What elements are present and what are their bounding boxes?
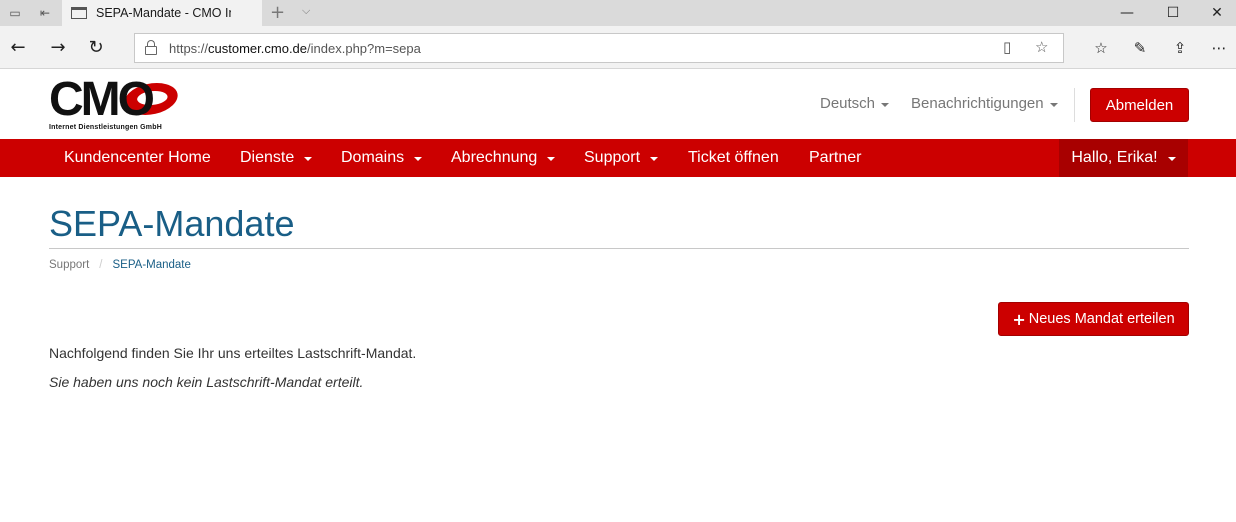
page-icon: [71, 7, 87, 19]
breadcrumb: Support / SEPA-Mandate: [49, 259, 191, 271]
nav-item-support[interactable]: Support: [584, 139, 659, 177]
close-window-button[interactable]: ✕: [1194, 0, 1236, 26]
minimize-button[interactable]: —: [1104, 0, 1150, 26]
nav-item-home[interactable]: Kundencenter Home: [64, 139, 211, 177]
header-divider: [1074, 88, 1075, 122]
nav-item-partner[interactable]: Partner: [809, 139, 861, 177]
pen-icon[interactable]: ✎: [1128, 36, 1152, 60]
tab-preview-icon[interactable]: ▭: [4, 3, 26, 23]
browser-tab-strip: ▭ ⇤ SEPA-Mandate - CMO Internet Dienstle…: [0, 0, 1236, 26]
set-aside-tabs-icon[interactable]: ⇤: [34, 3, 56, 23]
language-dropdown[interactable]: Deutsch: [820, 95, 890, 112]
site-header: CMO Internet Dienstleistungen GmbH Deuts…: [0, 70, 1236, 139]
chevron-down-icon: [414, 157, 423, 161]
share-icon[interactable]: ⇪: [1168, 36, 1192, 60]
user-menu[interactable]: Hallo, Erika!: [1059, 139, 1188, 177]
logout-button[interactable]: Abmelden: [1090, 88, 1189, 122]
logo-tagline: Internet Dienstleistungen GmbH: [49, 124, 162, 131]
url-text[interactable]: https://customer.cmo.de/index.php?m=sepa: [169, 41, 421, 56]
notifications-dropdown[interactable]: Benachrichtigungen: [911, 95, 1058, 112]
language-label: Deutsch: [820, 95, 876, 112]
cmo-logo[interactable]: CMO Internet Dienstleistungen GmbH: [49, 73, 183, 131]
chevron-down-icon: [304, 157, 313, 161]
new-tab-button[interactable]: +: [270, 2, 285, 23]
chevron-down-icon: [1167, 157, 1176, 161]
intro-text: Nachfolgend finden Sie Ihr uns erteiltes…: [49, 345, 417, 361]
refresh-button[interactable]: ↻: [84, 35, 108, 59]
main-navbar: Kundencenter Home Dienste Domains Abrech…: [0, 139, 1236, 177]
tab-title: SEPA-Mandate - CMO Internet Dienstleistu…: [96, 6, 231, 20]
logo-text: CMO: [49, 73, 155, 126]
new-mandate-label: Neues Mandat erteilen: [1028, 311, 1175, 327]
chevron-down-icon: [650, 157, 659, 161]
address-bar[interactable]: https://customer.cmo.de/index.php?m=sepa…: [134, 33, 1064, 63]
breadcrumb-separator: /: [99, 259, 103, 271]
nav-item-ticket[interactable]: Ticket öffnen: [688, 139, 779, 177]
browser-toolbar: ← → ↻ https://customer.cmo.de/index.php?…: [0, 26, 1236, 69]
nav-item-dienste[interactable]: Dienste: [240, 139, 313, 177]
title-divider: [49, 248, 1189, 249]
back-button[interactable]: ←: [6, 35, 30, 59]
chevron-down-icon: [881, 102, 890, 107]
tab-list-dropdown-icon[interactable]: ⌵: [302, 4, 310, 18]
breadcrumb-current: SEPA-Mandate: [112, 259, 191, 271]
reading-view-icon[interactable]: ▯: [1003, 38, 1011, 56]
notifications-label: Benachrichtigungen: [911, 95, 1044, 112]
browser-tab-active[interactable]: SEPA-Mandate - CMO Internet Dienstleistu…: [62, 0, 262, 26]
page-title: SEPA-Mandate: [49, 203, 295, 244]
more-icon[interactable]: ⋯: [1207, 36, 1231, 60]
breadcrumb-support[interactable]: Support: [49, 259, 89, 271]
nav-item-abrechnung[interactable]: Abrechnung: [451, 139, 556, 177]
chevron-down-icon: [1049, 102, 1058, 107]
chevron-down-icon: [547, 157, 556, 161]
maximize-button[interactable]: ☐: [1150, 0, 1196, 26]
lock-icon: [145, 40, 157, 55]
new-mandate-button[interactable]: + Neues Mandat erteilen: [998, 302, 1189, 336]
favorites-hub-icon[interactable]: ☆: [1089, 36, 1113, 60]
nav-item-domains[interactable]: Domains: [341, 139, 423, 177]
plus-icon: +: [1012, 309, 1026, 329]
favorite-star-icon[interactable]: ☆: [1035, 38, 1048, 56]
forward-button[interactable]: →: [46, 35, 70, 59]
empty-state-text: Sie haben uns noch kein Lastschrift-Mand…: [49, 374, 364, 390]
